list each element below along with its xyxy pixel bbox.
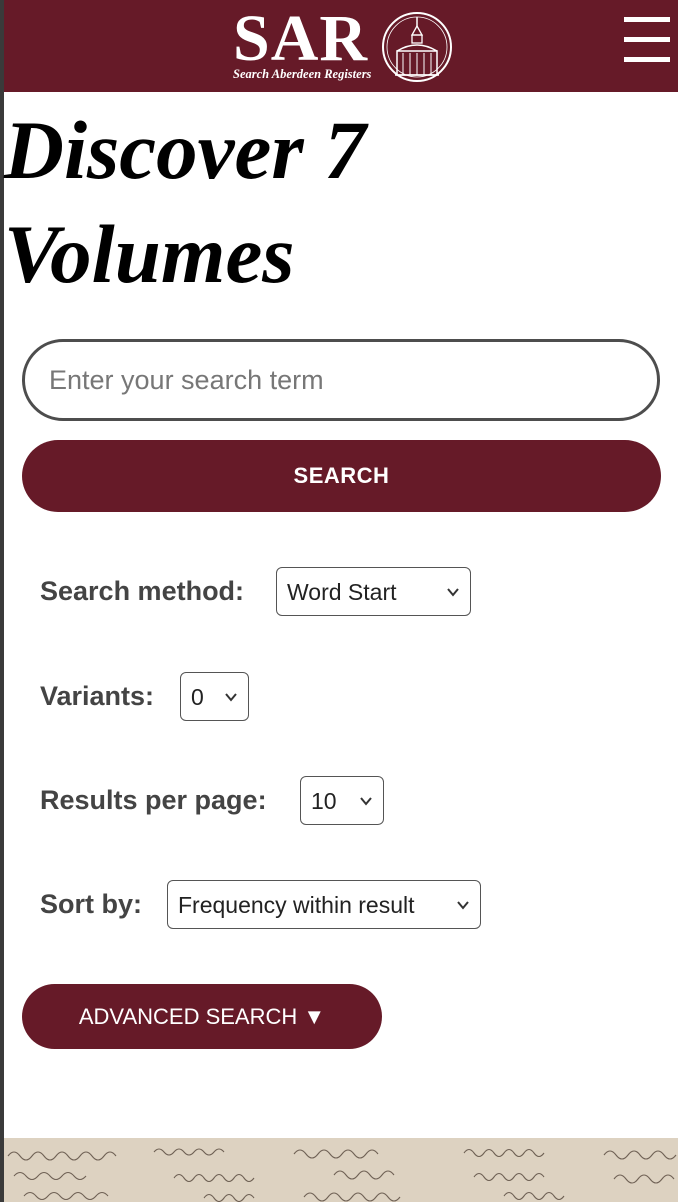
chevron-down-icon — [447, 588, 459, 597]
search-method-value: Word Start — [287, 579, 397, 605]
results-per-page-select[interactable]: 10 — [300, 776, 384, 825]
seal-icon — [382, 12, 452, 82]
variants-value: 0 — [191, 684, 204, 710]
sort-by-label: Sort by: — [40, 889, 143, 919]
logo-text: SAR — [233, 2, 369, 75]
search-input[interactable] — [22, 339, 660, 421]
search-method-label: Search method: — [40, 576, 245, 606]
chevron-down-icon — [360, 797, 372, 806]
variants-label: Variants: — [40, 681, 155, 711]
site-header: SAR Search Aberdeen Registers — [4, 0, 678, 92]
page-title: Discover 7 Volumes — [4, 104, 366, 300]
results-per-page-label: Results per page: — [40, 785, 267, 815]
variants-select[interactable]: 0 — [180, 672, 249, 721]
search-method-select[interactable]: Word Start — [276, 567, 471, 616]
advanced-search-button[interactable]: ADVANCED SEARCH ▼ — [22, 984, 382, 1049]
results-per-page-value: 10 — [311, 788, 337, 814]
sort-by-select[interactable]: Frequency within result — [167, 880, 481, 929]
search-button[interactable]: SEARCH — [22, 440, 661, 512]
sar-logo[interactable]: SAR Search Aberdeen Registers — [233, 2, 455, 86]
manuscript-script-image — [7, 1148, 677, 1202]
manuscript-banner — [4, 1138, 678, 1202]
sort-by-value: Frequency within result — [178, 892, 415, 918]
chevron-down-icon — [457, 901, 469, 910]
hamburger-menu-icon[interactable] — [624, 17, 670, 63]
chevron-down-icon — [225, 693, 237, 702]
logo-subtitle: Search Aberdeen Registers — [233, 67, 372, 81]
